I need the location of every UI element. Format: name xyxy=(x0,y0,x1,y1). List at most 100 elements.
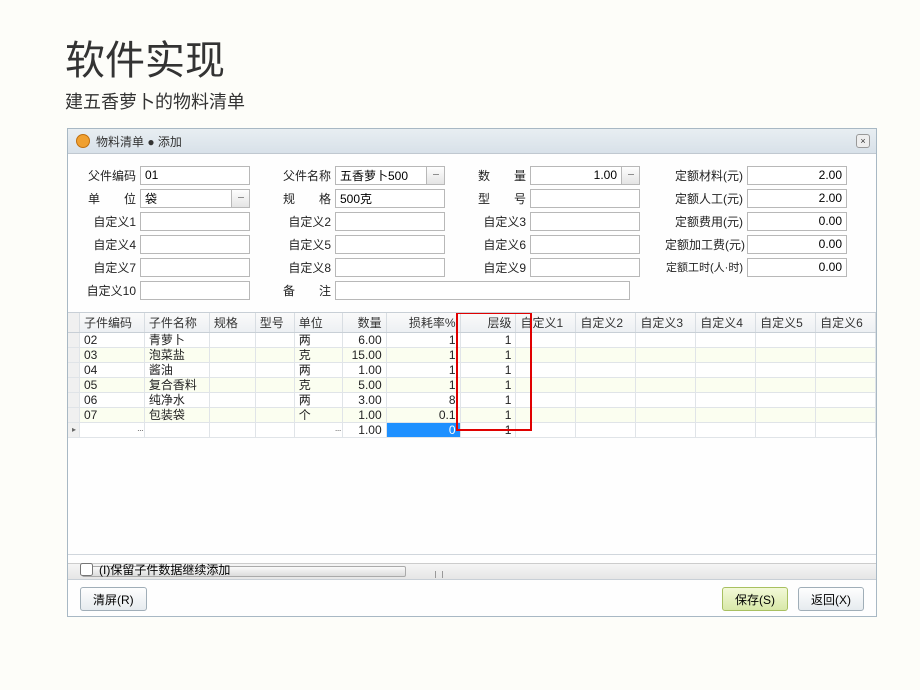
cell-level[interactable]: 1 xyxy=(461,348,517,362)
cell-loss[interactable]: 1 xyxy=(387,333,461,347)
cell-spec[interactable] xyxy=(210,408,256,422)
cell-z2[interactable] xyxy=(576,363,636,377)
cell-spec[interactable] xyxy=(210,423,256,437)
cell-qty[interactable]: 15.00 xyxy=(343,348,387,362)
unit-lookup-button[interactable]: ··· xyxy=(232,189,250,208)
cell-loss[interactable]: 1 xyxy=(387,348,461,362)
cell-z1[interactable] xyxy=(516,348,576,362)
cell-z3[interactable] xyxy=(636,423,696,437)
cell-model[interactable] xyxy=(256,393,295,407)
cell-z4[interactable] xyxy=(696,378,756,392)
col-z3[interactable]: 自定义3 xyxy=(636,313,696,332)
cell-z2[interactable] xyxy=(576,408,636,422)
cell-z4[interactable] xyxy=(696,333,756,347)
clear-button[interactable]: 清屏(R) xyxy=(80,587,147,611)
row-header[interactable] xyxy=(68,423,80,437)
cell-z1[interactable] xyxy=(516,363,576,377)
cell-name[interactable] xyxy=(145,423,210,437)
cell-loss[interactable]: 0.1 xyxy=(387,408,461,422)
row-header[interactable] xyxy=(68,348,80,362)
cell-name[interactable]: 包装袋 xyxy=(145,408,210,422)
table-row[interactable]: 05复合香料克5.0011 xyxy=(68,378,876,393)
cell-model[interactable] xyxy=(256,378,295,392)
cell-spec[interactable] xyxy=(210,378,256,392)
col-z2[interactable]: 自定义2 xyxy=(576,313,636,332)
cell-code[interactable]: 04 xyxy=(80,363,145,377)
cell-level[interactable]: 1 xyxy=(461,408,517,422)
row-header[interactable] xyxy=(68,393,80,407)
std-proc-field[interactable] xyxy=(747,235,847,254)
cell-z2[interactable] xyxy=(576,333,636,347)
row-header[interactable] xyxy=(68,378,80,392)
parent-name-lookup-button[interactable]: ··· xyxy=(427,166,445,185)
parent-name-field[interactable] xyxy=(335,166,427,185)
z4-field[interactable] xyxy=(140,235,250,254)
cell-qty[interactable]: 1.00 xyxy=(343,363,387,377)
cell-z5[interactable] xyxy=(756,393,816,407)
cell-qty[interactable]: 5.00 xyxy=(343,378,387,392)
z9-field[interactable] xyxy=(530,258,640,277)
col-z1[interactable]: 自定义1 xyxy=(516,313,576,332)
qty-field[interactable] xyxy=(530,166,622,185)
model-field[interactable] xyxy=(530,189,640,208)
cell-spec[interactable] xyxy=(210,393,256,407)
std-labor-field[interactable] xyxy=(747,189,847,208)
cell-z5[interactable] xyxy=(756,333,816,347)
cell-loss[interactable]: 1 xyxy=(387,363,461,377)
cell-z1[interactable] xyxy=(516,408,576,422)
cell-name[interactable]: 青萝卜 xyxy=(145,333,210,347)
cell-model[interactable] xyxy=(256,333,295,347)
cell-z6[interactable] xyxy=(816,393,876,407)
cell-z6[interactable] xyxy=(816,348,876,362)
cell-z5[interactable] xyxy=(756,378,816,392)
cell-level[interactable]: 1 xyxy=(461,363,517,377)
std-time-field[interactable] xyxy=(747,258,847,277)
cell-loss-selected[interactable]: 0 xyxy=(387,423,461,437)
close-icon[interactable]: × xyxy=(856,134,870,148)
cell-z4[interactable] xyxy=(696,408,756,422)
cell-model[interactable] xyxy=(256,363,295,377)
cell-name[interactable]: 泡菜盐 xyxy=(145,348,210,362)
z5-field[interactable] xyxy=(335,235,445,254)
cell-z4[interactable] xyxy=(696,348,756,362)
cell-unit[interactable]: 两 xyxy=(295,393,343,407)
cell-unit[interactable]: 克 xyxy=(295,348,343,362)
col-code[interactable]: 子件编码 xyxy=(80,313,145,332)
cell-code[interactable]: 02 xyxy=(80,333,145,347)
z8-field[interactable] xyxy=(335,258,445,277)
row-header[interactable] xyxy=(68,363,80,377)
cell-z1[interactable] xyxy=(516,393,576,407)
cell-loss[interactable]: 1 xyxy=(387,378,461,392)
cell-z4[interactable] xyxy=(696,393,756,407)
cell-z1[interactable] xyxy=(516,333,576,347)
cell-unit[interactable]: 两 xyxy=(295,333,343,347)
cell-z3[interactable] xyxy=(636,333,696,347)
cell-name[interactable]: 复合香料 xyxy=(145,378,210,392)
back-button[interactable]: 返回(X) xyxy=(798,587,864,611)
cell-model[interactable] xyxy=(256,348,295,362)
cell-qty[interactable]: 1.00 xyxy=(343,423,387,437)
col-loss[interactable]: 损耗率% xyxy=(387,313,461,332)
std-fee-field[interactable] xyxy=(747,212,847,231)
cell-z3[interactable] xyxy=(636,348,696,362)
cell-spec[interactable] xyxy=(210,333,256,347)
cell-model[interactable] xyxy=(256,423,295,437)
cell-code[interactable]: 03 xyxy=(80,348,145,362)
cell-z2[interactable] xyxy=(576,378,636,392)
cell-name[interactable]: 纯净水 xyxy=(145,393,210,407)
cell-qty[interactable]: 6.00 xyxy=(343,333,387,347)
keep-children-checkbox[interactable] xyxy=(80,563,93,576)
col-z5[interactable]: 自定义5 xyxy=(756,313,816,332)
cell-z6[interactable] xyxy=(816,378,876,392)
std-material-field[interactable] xyxy=(747,166,847,185)
cell-qty[interactable]: 3.00 xyxy=(343,393,387,407)
table-row[interactable]: 07包装袋个1.000.11 xyxy=(68,408,876,423)
cell-qty[interactable]: 1.00 xyxy=(343,408,387,422)
cell-z5[interactable] xyxy=(756,363,816,377)
z10-field[interactable] xyxy=(140,281,250,300)
cell-z1[interactable] xyxy=(516,378,576,392)
row-header[interactable] xyxy=(68,408,80,422)
cell-z6[interactable] xyxy=(816,333,876,347)
cell-unit[interactable]: 克 xyxy=(295,378,343,392)
col-level[interactable]: 层级 xyxy=(461,313,517,332)
